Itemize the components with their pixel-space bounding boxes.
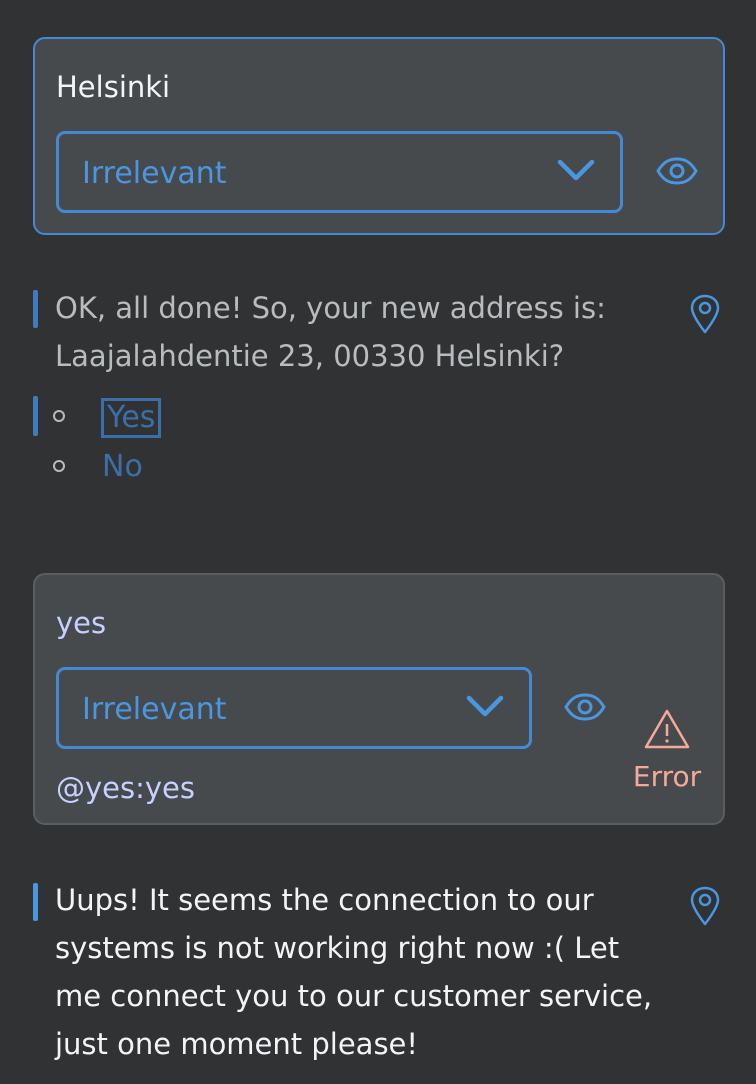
options-accent-bar: [33, 396, 38, 436]
utterance-text: Helsinki: [56, 70, 171, 104]
conversation-view: Helsinki Irrelevant OK, all done! So, yo…: [0, 0, 756, 1084]
error-label: Error: [632, 760, 702, 793]
intent-dropdown[interactable]: Irrelevant: [56, 131, 623, 213]
bot-message-text: OK, all done! So, your new address is: L…: [55, 291, 606, 373]
user-utterance-card-helsinki[interactable]: Helsinki Irrelevant: [33, 37, 725, 235]
user-utterance-card-yes[interactable]: yes Irrelevant @yes:yes Error: [33, 573, 725, 825]
chevron-down-icon: [466, 695, 504, 717]
intent-dropdown-value: Irrelevant: [82, 156, 227, 191]
error-indicator: Error: [631, 708, 703, 793]
location-pin-icon[interactable]: [689, 886, 721, 926]
message-accent-bar: [33, 290, 38, 328]
chevron-down-icon: [557, 159, 595, 181]
location-pin-icon[interactable]: [689, 294, 721, 334]
intent-dropdown-value: Irrelevant: [82, 692, 227, 727]
eye-icon[interactable]: [564, 693, 606, 721]
bot-message-text: Uups! It seems the connection to our sys…: [55, 883, 653, 1061]
option-label[interactable]: Yes: [101, 398, 162, 438]
bullet: [53, 460, 65, 472]
eye-icon[interactable]: [656, 157, 698, 185]
intent-dropdown[interactable]: Irrelevant: [56, 667, 532, 749]
intent-tag: @yes:yes: [56, 771, 195, 805]
option-label[interactable]: No: [102, 450, 143, 484]
bullet: [53, 410, 65, 422]
warning-triangle-icon: [644, 709, 690, 749]
utterance-text: yes: [56, 606, 107, 640]
message-accent-bar: [33, 883, 38, 921]
